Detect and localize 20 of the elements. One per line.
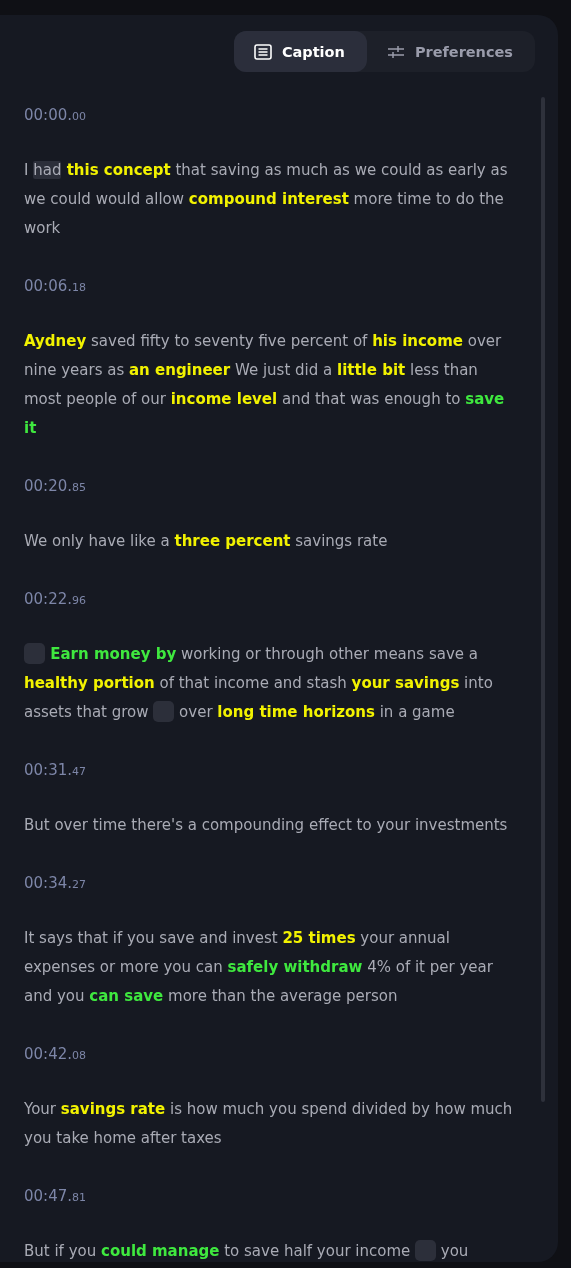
- tab[interactable]: Caption: [233, 31, 367, 72]
- caption-text: I had this concept that saving as much as we could as early as we could would allow compound interest more time to do the work: [24, 160, 509, 239]
- caption-text: But over time there's a compounding effect to your investments: [24, 815, 509, 836]
- timestamp: 00:31.47: [24, 760, 86, 781]
- caption-text: But if you could manage to save half your income you: [24, 1239, 470, 1262]
- timestamp: 00:47.81: [24, 1186, 86, 1207]
- timestamp: 00:00.00: [24, 105, 86, 126]
- timestamp: 00:20.85: [24, 476, 86, 497]
- document-icon: [253, 43, 272, 60]
- caption-text: Aydney saved fifty to seventy five percent of his income over nine years as an engineer We just did a little bit less than most people of our income level and that was enough to save it: [24, 331, 506, 439]
- tab[interactable]: Preferences: [366, 31, 535, 72]
- timestamp: 00:06.18: [24, 276, 86, 297]
- timestamp: 00:22.96: [24, 589, 86, 610]
- timestamp: 00:34.27: [24, 873, 86, 894]
- timestamp: 00:42.08: [24, 1044, 86, 1065]
- caption-text: Earn money by working or through other means save a healthy portion of that income and stash your savings into assets that grow over long time horizons in a game: [24, 642, 494, 724]
- caption-text: It says that if you save and invest 25 times your annual expenses or more you can safely withdraw 4% of it per year and you can save more than the average person: [24, 928, 494, 1007]
- caption-text: Your savings rate is how much you spend divided by how much you take home after taxes: [24, 1099, 514, 1149]
- caption-text: We only have like a three percent savings rate: [24, 531, 389, 552]
- sliders-icon: [386, 44, 405, 59]
